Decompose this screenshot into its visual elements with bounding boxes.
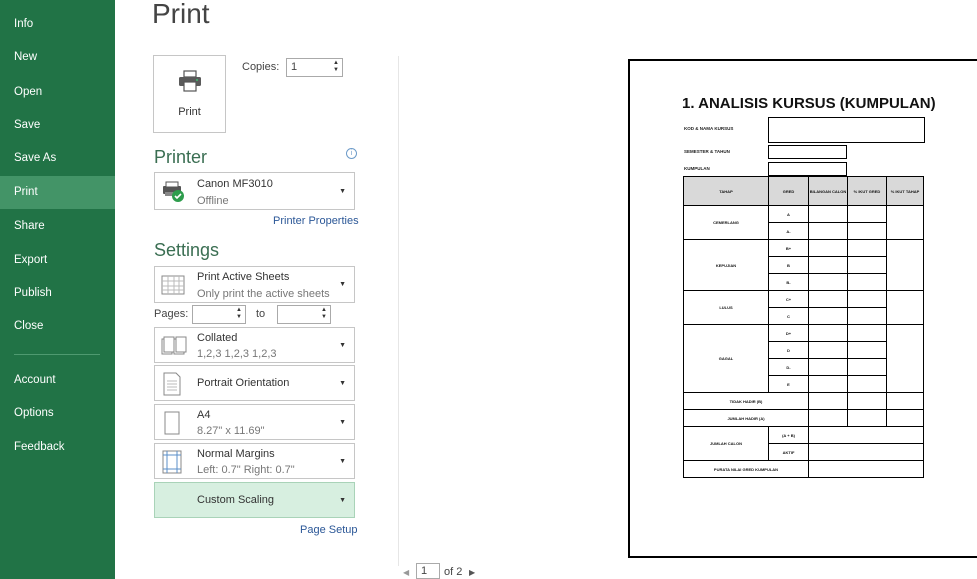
table-row: LULUS C+ xyxy=(683,290,924,325)
pages-label: Pages: xyxy=(154,308,189,320)
field-label-kumpulan: KUMPULAN xyxy=(684,166,710,171)
copies-label: Copies: xyxy=(242,61,280,73)
print-what-title: Print Active Sheets xyxy=(197,271,290,283)
nav-options[interactable]: Options xyxy=(0,397,115,430)
table-row: TIDAK HADIR (B) xyxy=(683,392,924,410)
collation-subtitle: 1,2,3 1,2,3 1,2,3 xyxy=(197,348,277,360)
nav-new[interactable]: New xyxy=(0,41,115,74)
pages-to-input[interactable]: ▲ ▼ xyxy=(277,305,331,324)
print-button[interactable]: Print xyxy=(153,55,226,133)
chevron-down-icon: ▼ xyxy=(339,188,346,195)
pages-to-label: to xyxy=(256,308,266,320)
field-label-kod: KOD & NAMA KURSUS xyxy=(684,126,734,131)
orientation-title: Portrait Orientation xyxy=(197,377,290,389)
pages-to-spinner-icon[interactable]: ▲ ▼ xyxy=(321,307,327,321)
copies-spinner-icon[interactable]: ▲ ▼ xyxy=(333,60,339,74)
printer-heading: Printer xyxy=(154,147,208,167)
page-total: of 2 xyxy=(444,566,463,578)
print-what-dropdown[interactable]: Print Active Sheets Only print the activ… xyxy=(154,266,355,303)
table-row: JUMLAH HADIR (A) xyxy=(683,409,924,427)
chevron-down-icon: ▼ xyxy=(339,380,346,387)
printer-properties-link[interactable]: Printer Properties xyxy=(273,215,359,227)
table-row: PURATA NILAI GRED KUMPULAN xyxy=(683,460,924,478)
printer-dropdown[interactable]: Canon MF3010 Offline ▼ xyxy=(154,172,355,210)
collation-title: Collated xyxy=(197,332,238,344)
printer-icon xyxy=(179,70,201,92)
analysis-table: TAHAP GRED BILANGAN CALON % IKUT GRED % … xyxy=(683,176,924,478)
printer-ready-icon xyxy=(163,181,184,202)
table-row: JUMLAH CALON (A + B) xyxy=(683,426,924,461)
nav-info[interactable]: Info xyxy=(0,8,115,41)
nav-feedback[interactable]: Feedback xyxy=(0,431,115,464)
nav-account[interactable]: Account xyxy=(0,364,115,397)
nav-save-as[interactable]: Save As xyxy=(0,142,115,175)
nav-open[interactable]: Open xyxy=(0,76,115,109)
table-row: KEPUJIAN B+ xyxy=(683,239,924,291)
chevron-down-icon: ▼ xyxy=(339,281,346,288)
scaling-dropdown[interactable]: Custom Scaling ▼ xyxy=(154,482,355,518)
page-title: Print xyxy=(152,0,210,29)
margins-icon xyxy=(162,450,182,474)
field-box-semester xyxy=(768,145,847,159)
table-header-row: TAHAP GRED BILANGAN CALON % IKUT GRED % … xyxy=(683,176,924,206)
orientation-dropdown[interactable]: Portrait Orientation ▼ xyxy=(154,365,355,401)
chevron-down-icon: ▼ xyxy=(339,497,346,504)
page-setup-link[interactable]: Page Setup xyxy=(300,524,358,536)
next-page-icon[interactable]: ▶ xyxy=(469,568,475,577)
prev-page-icon[interactable]: ◀ xyxy=(403,568,409,577)
preview-title: 1. ANALISIS KURSUS (KUMPULAN) xyxy=(682,95,936,112)
print-what-subtitle: Only print the active sheets xyxy=(197,288,330,300)
backstage-nav: Info New Open Save Save As Print Share E… xyxy=(0,0,115,579)
pages-from-input[interactable]: ▲ ▼ xyxy=(192,305,246,324)
nav-close[interactable]: Close xyxy=(0,310,115,343)
printer-status: Offline xyxy=(197,195,229,207)
nav-print[interactable]: Print xyxy=(0,176,115,209)
paper-size-subtitle: 8.27" x 11.69" xyxy=(197,425,265,437)
paper-size-dropdown[interactable]: A4 8.27" x 11.69" ▼ xyxy=(154,404,355,440)
copies-input[interactable]: 1 ▲ ▼ xyxy=(286,58,343,77)
header-ikut-tahap: % IKUT TAHAP xyxy=(886,176,924,206)
field-box-kod xyxy=(768,117,925,143)
print-preview-page: 1. ANALISIS KURSUS (KUMPULAN) KOD & NAMA… xyxy=(628,59,977,558)
pages-from-spinner-icon[interactable]: ▲ ▼ xyxy=(236,307,242,321)
chevron-down-icon: ▼ xyxy=(339,458,346,465)
panel-divider xyxy=(398,56,399,566)
collated-pages-icon xyxy=(161,336,187,355)
nav-export[interactable]: Export xyxy=(0,244,115,277)
table-row: GAGAL D+ xyxy=(683,324,924,393)
nav-publish[interactable]: Publish xyxy=(0,277,115,310)
portrait-page-icon xyxy=(163,372,181,396)
margins-subtitle: Left: 0.7" Right: 0.7" xyxy=(197,464,295,476)
header-ikut-gred: % IKUT GRED xyxy=(847,176,887,206)
paper-size-icon xyxy=(164,411,180,435)
print-button-label: Print xyxy=(178,106,201,118)
scaling-title: Custom Scaling xyxy=(197,494,275,506)
field-box-kumpulan xyxy=(768,162,847,176)
header-bilangan: BILANGAN CALON xyxy=(808,176,848,206)
paper-size-title: A4 xyxy=(197,409,211,421)
chevron-down-icon: ▼ xyxy=(339,342,346,349)
page-number-input[interactable]: 1 xyxy=(416,563,440,579)
chevron-down-icon: ▼ xyxy=(339,419,346,426)
copies-value: 1 xyxy=(291,61,298,73)
nav-divider xyxy=(14,354,100,355)
table-row: CEMERLANG A xyxy=(683,205,924,240)
settings-heading: Settings xyxy=(154,240,220,260)
header-tahap: TAHAP xyxy=(683,176,769,206)
printer-name: Canon MF3010 xyxy=(197,178,273,190)
info-icon[interactable]: i xyxy=(346,148,357,159)
field-label-semester: SEMESTER & TAHUN xyxy=(684,149,730,154)
margins-dropdown[interactable]: Normal Margins Left: 0.7" Right: 0.7" ▼ xyxy=(154,443,355,479)
margins-title: Normal Margins xyxy=(197,448,275,460)
header-gred: GRED xyxy=(768,176,809,206)
nav-save[interactable]: Save xyxy=(0,109,115,142)
collation-dropdown[interactable]: Collated 1,2,3 1,2,3 1,2,3 ▼ xyxy=(154,327,355,363)
sheet-grid-icon xyxy=(161,275,185,295)
nav-share[interactable]: Share xyxy=(0,210,115,243)
